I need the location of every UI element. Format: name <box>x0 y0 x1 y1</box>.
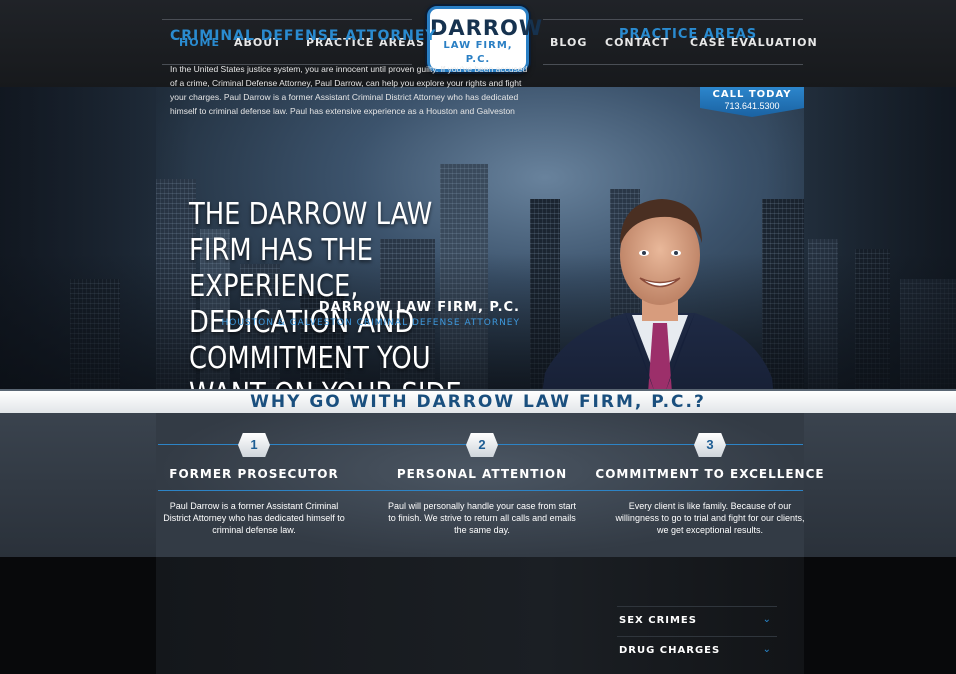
attorney-photo <box>542 199 774 389</box>
phone-number[interactable]: 713.641.5300 <box>700 101 804 111</box>
practice-areas-title: PRACTICE AREAS <box>619 27 758 42</box>
nav-divider <box>543 64 803 65</box>
nav-divider <box>162 19 412 20</box>
hero-tagline: HOUSTON & GALVESTON CRIMINAL DEFENSE ATT… <box>221 318 520 328</box>
practice-area-label: DRUG CHARGES <box>619 645 721 656</box>
nav-blog[interactable]: BLOG <box>550 36 587 49</box>
feature-card: 1 FORMER PROSECUTOR Paul Darrow is a for… <box>139 433 369 536</box>
practice-area-label: SEX CRIMES <box>619 615 697 626</box>
practice-area-item[interactable]: SEX CRIMES ⌄ <box>617 606 777 635</box>
why-section-header: WHY GO WITH DARROW LAW FIRM, P.C.? <box>0 389 956 415</box>
call-today-label: CALL TODAY <box>712 89 792 100</box>
feature-text: Paul Darrow is a former Assistant Crimin… <box>163 501 345 535</box>
feature-number-badge: 3 <box>694 433 726 457</box>
feature-title: FORMER PROSECUTOR <box>169 467 339 481</box>
content-title: CRIMINAL DEFENSE ATTORNEY <box>170 28 437 44</box>
practice-area-item[interactable]: DRUG CHARGES ⌄ <box>617 636 777 665</box>
logo-title: DARROW <box>430 16 544 40</box>
content-body: In the United States justice system, you… <box>170 64 528 116</box>
double-chevron-down-icon[interactable]: ⌄ <box>763 614 771 625</box>
feature-number-badge: 2 <box>466 433 498 457</box>
feature-card: 3 COMMITMENT TO EXCELLENCE Every client … <box>595 433 825 536</box>
feature-card: 2 PERSONAL ATTENTION Paul will personall… <box>367 433 597 536</box>
main-content <box>0 557 956 674</box>
feature-number-badge: 1 <box>238 433 270 457</box>
double-chevron-down-icon[interactable]: ⌄ <box>763 644 771 655</box>
feature-title: PERSONAL ATTENTION <box>396 467 568 481</box>
hero-firm-name: DARROW LAW FIRM, P.C. <box>318 300 520 315</box>
features-section: 1 FORMER PROSECUTOR Paul Darrow is a for… <box>0 413 956 557</box>
why-title: WHY GO WITH DARROW LAW FIRM, P.C.? <box>250 392 706 412</box>
feature-title: COMMITMENT TO EXCELLENCE <box>595 467 825 481</box>
hero-headline: THE DARROW LAW FIRM HAS THE EXPERIENCE, … <box>189 197 470 389</box>
feature-text: Paul will personally handle your case fr… <box>387 501 577 535</box>
hero-banner: THE DARROW LAW FIRM HAS THE EXPERIENCE, … <box>0 87 956 389</box>
feature-text: Every client is like family. Because of … <box>615 501 805 535</box>
nav-divider <box>543 19 803 20</box>
